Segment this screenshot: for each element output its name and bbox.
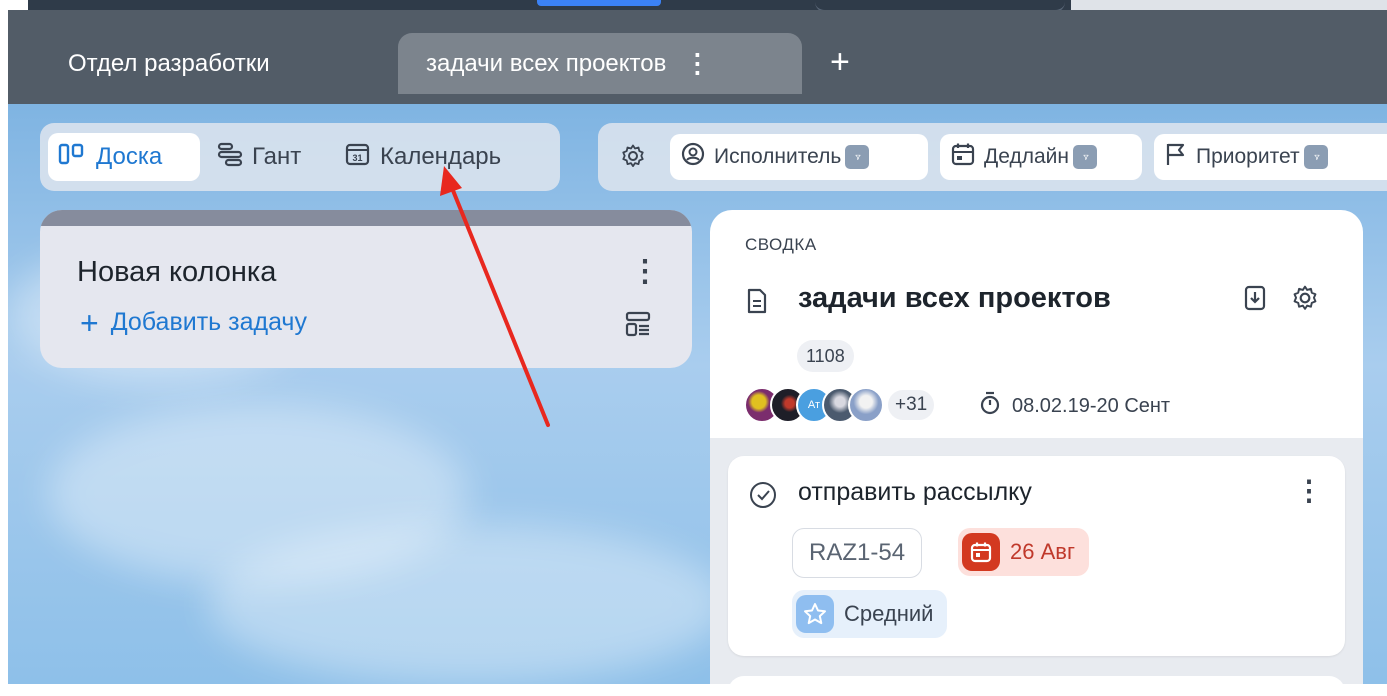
gantt-icon [216, 141, 252, 174]
filter-label: Приоритет [1196, 145, 1300, 168]
tab-all-tasks[interactable]: задачи всех проектов ⋮ [398, 33, 802, 94]
due-date-badge[interactable]: 26 Авг [958, 528, 1089, 576]
view-switcher: Доска Гант 31 Календарь [40, 123, 560, 191]
view-board-button[interactable]: Доска [48, 133, 200, 181]
funnel-icon[interactable] [845, 145, 870, 169]
priority-badge[interactable]: Средний [792, 590, 948, 638]
avatars-more-count: +31 [888, 390, 935, 420]
avatar-group[interactable]: Ат +31 [744, 387, 935, 423]
column-template-icon[interactable] [624, 310, 654, 345]
board-icon [58, 142, 96, 173]
add-tab-button[interactable]: + [830, 42, 850, 82]
date-range-text: 08.02.19-20 Сент [1012, 394, 1171, 417]
tab-label: задачи всех проектов [426, 49, 667, 77]
tab-label: Отдел разработки [68, 49, 270, 77]
user-circle-icon [670, 141, 714, 173]
add-task-button[interactable]: + Добавить задачу [80, 304, 307, 341]
tab-department[interactable]: Отдел разработки [68, 33, 270, 94]
settings-icon[interactable] [620, 143, 646, 174]
star-icon [796, 595, 834, 633]
filter-label: Дедлайн [984, 145, 1069, 168]
summary-panel: СВОДКА задачи всех проектов 1108 Ат +31 … [710, 210, 1363, 696]
calendar-icon: 31 [344, 141, 380, 174]
board-column: Новая колонка ⋮ + Добавить задачу [40, 210, 692, 368]
task-card[interactable]: отправить рассылку ⋮ RAZ1-54 26 Авг Сред… [728, 456, 1345, 656]
flag-icon [1154, 141, 1196, 173]
document-icon [746, 288, 768, 319]
due-date-text: 26 Авг [1010, 539, 1075, 564]
view-calendar-button[interactable]: 31 Календарь [344, 133, 501, 181]
view-label: Календарь [380, 143, 502, 170]
priority-text: Средний [844, 601, 934, 626]
column-title[interactable]: Новая колонка [77, 256, 276, 289]
filter-label: Исполнитель [714, 145, 842, 168]
column-menu-icon[interactable]: ⋮ [630, 254, 660, 289]
funnel-icon[interactable] [1072, 145, 1097, 169]
task-card[interactable] [728, 676, 1345, 696]
filter-priority[interactable]: Приоритет [1154, 134, 1387, 180]
plus-icon: + [80, 304, 99, 341]
svg-text:31: 31 [352, 153, 362, 163]
download-icon[interactable] [1242, 284, 1268, 317]
avatar [848, 387, 884, 423]
top-strip [0, 0, 1387, 12]
funnel-icon[interactable] [1303, 145, 1328, 169]
gear-icon[interactable] [1291, 284, 1319, 317]
check-circle-icon[interactable] [748, 480, 778, 515]
add-task-label: Добавить задачу [110, 308, 307, 336]
view-label: Доска [96, 143, 163, 170]
calendar-icon [940, 141, 984, 173]
date-range: 08.02.19-20 Сент [978, 390, 1170, 422]
task-menu-icon[interactable]: ⋮ [1295, 474, 1323, 507]
view-label: Гант [252, 143, 302, 170]
top-blue-button-edge [537, 0, 661, 6]
calendar-icon [962, 533, 1000, 571]
task-list: отправить рассылку ⋮ RAZ1-54 26 Авг Сред… [710, 438, 1363, 696]
view-gantt-button[interactable]: Гант [216, 133, 301, 181]
stopwatch-icon [978, 390, 1012, 422]
filter-assignee[interactable]: Исполнитель [670, 134, 928, 180]
column-color-bar [40, 210, 692, 226]
tab-menu-icon[interactable]: ⋮ [684, 48, 710, 79]
filter-deadline[interactable]: Дедлайн [940, 134, 1142, 180]
filter-bar: Исполнитель Дедлайн Приоритет [598, 123, 1387, 191]
task-count-badge: 1108 [797, 340, 854, 372]
task-title[interactable]: отправить рассылку [798, 478, 1032, 507]
summary-label: СВОДКА [745, 235, 817, 254]
task-code-badge: RAZ1-54 [792, 528, 923, 578]
summary-title: задачи всех проектов [798, 282, 1111, 314]
